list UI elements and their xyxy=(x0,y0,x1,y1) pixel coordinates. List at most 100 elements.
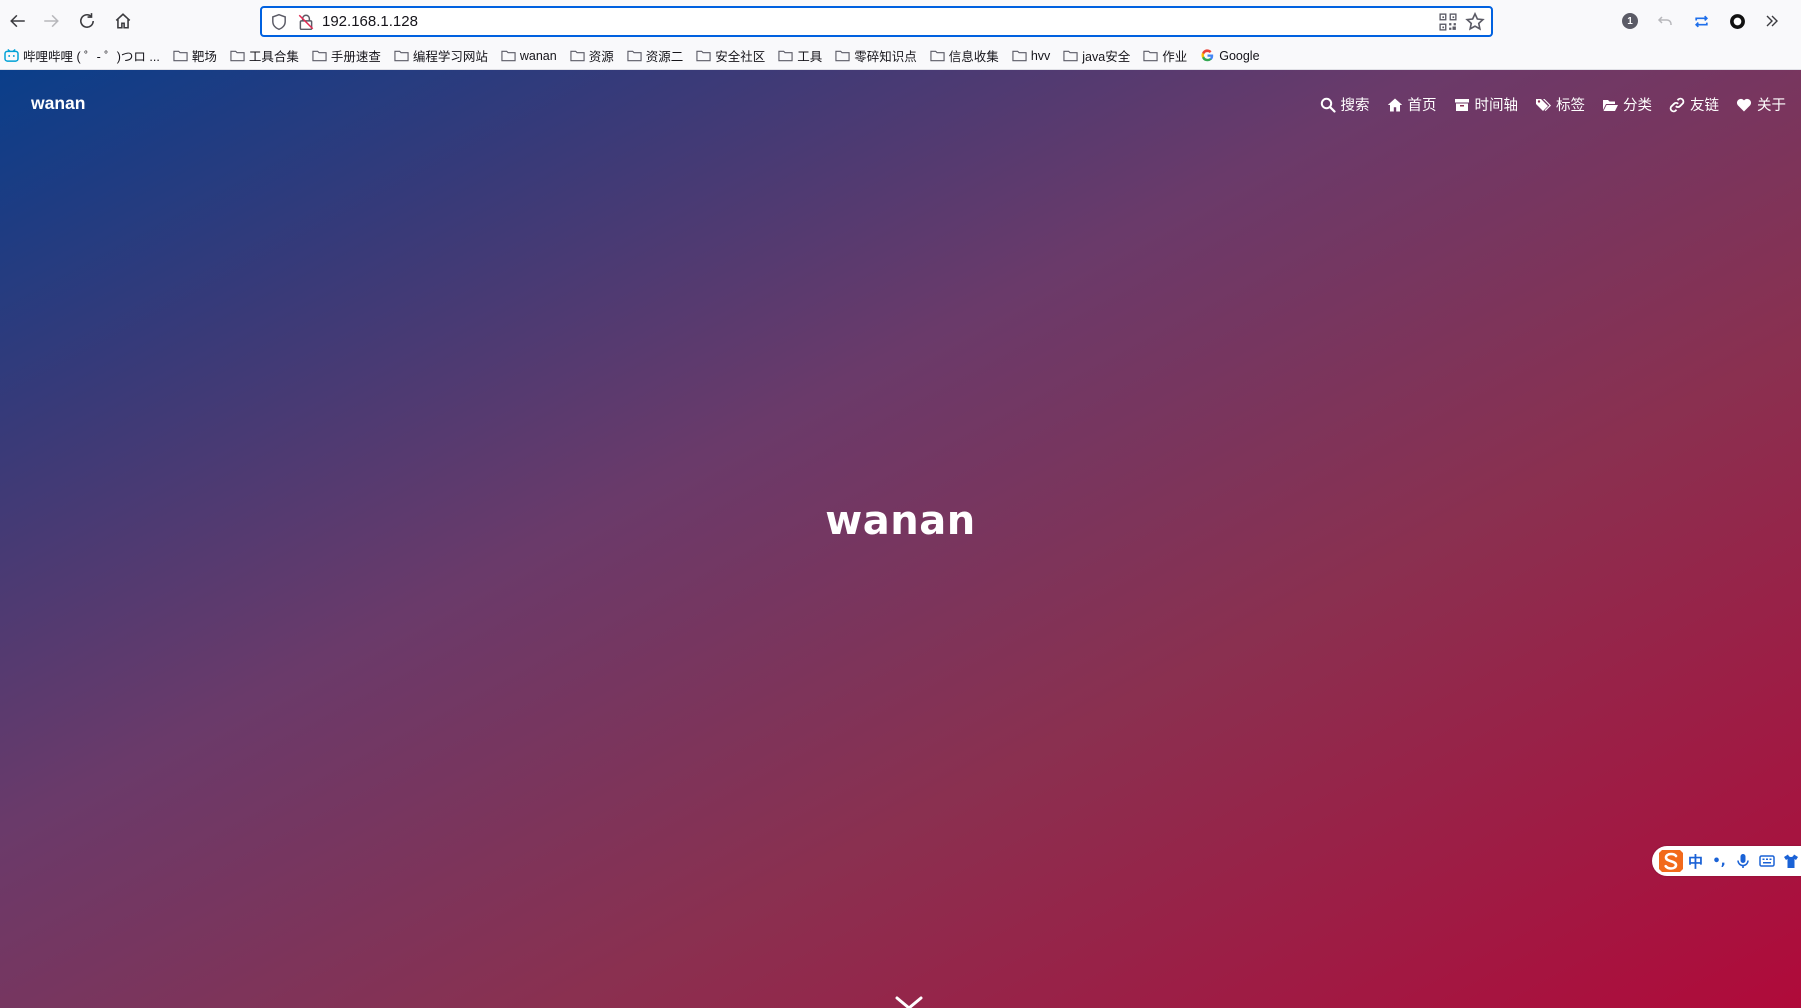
extension-badge-button[interactable]: 1 xyxy=(1619,10,1641,32)
folder-icon xyxy=(627,50,642,62)
site-nav-menu: 搜索 首页 时间轴 标签 分类 友链 关于 xyxy=(1303,94,1786,115)
repeat-icon xyxy=(1694,15,1708,27)
nav-timeline[interactable]: 时间轴 xyxy=(1454,94,1519,115)
bookmark-label: hvv xyxy=(1030,48,1051,63)
bookmark-label: 资源 xyxy=(588,50,614,64)
microphone-icon[interactable] xyxy=(1735,853,1751,869)
nav-search[interactable]: 搜索 xyxy=(1320,94,1370,115)
nav-friend-links[interactable]: 友链 xyxy=(1669,94,1719,115)
chevron-double-right-icon xyxy=(1766,15,1778,27)
bookmark-label: Google xyxy=(1219,48,1260,63)
bookmark-label: wanan xyxy=(519,48,557,63)
bookmark-label: 手册速查 xyxy=(330,50,381,64)
bookmark-label: 安全社区 xyxy=(715,50,766,64)
bookmark-folder[interactable]: wanan xyxy=(501,49,557,63)
bookmark-label: 哔哩哔哩 ( ゜- ゜)つロ ... xyxy=(23,50,160,64)
hero-banner: wanan 搜索 首页 时间轴 标签 分类 友链 关于 wanan xyxy=(0,70,1801,1008)
folder-icon xyxy=(394,50,409,62)
bookmark-folder[interactable]: 靶场 xyxy=(173,46,217,65)
browser-toolbar: 1 xyxy=(0,0,1801,42)
nav-categories[interactable]: 分类 xyxy=(1602,94,1652,115)
bookmark-folder[interactable]: 工具合集 xyxy=(230,46,299,65)
shield-icon[interactable] xyxy=(270,13,288,31)
hero-title: wanan xyxy=(825,498,976,544)
nav-about[interactable]: 关于 xyxy=(1736,94,1786,115)
folder-icon xyxy=(930,50,945,62)
bookmark-folder[interactable]: 手册速查 xyxy=(312,46,381,65)
bookmark-label: java安全 xyxy=(1082,50,1131,64)
heart-icon xyxy=(1736,98,1752,111)
bookmark-folder[interactable]: 资源 xyxy=(570,46,614,65)
google-icon xyxy=(1201,49,1214,62)
bookmark-label: 工具 xyxy=(797,50,823,64)
tags-icon xyxy=(1536,98,1551,111)
bookmark-label: 靶场 xyxy=(191,50,217,64)
folder-icon xyxy=(173,50,188,62)
bookmark-folder[interactable]: 工具 xyxy=(778,46,822,65)
ring-icon xyxy=(1729,13,1745,29)
bookmark-label: 资源二 xyxy=(645,50,684,64)
insecure-lock-icon[interactable] xyxy=(297,13,315,31)
site-brand-link[interactable]: wanan xyxy=(31,93,85,114)
folder-open-icon xyxy=(1603,99,1618,111)
repeat-extension-button[interactable] xyxy=(1690,10,1712,32)
ime-toolbar[interactable]: 中 •, xyxy=(1652,846,1801,876)
home-button[interactable] xyxy=(105,3,141,39)
nav-tags[interactable]: 标签 xyxy=(1535,94,1585,115)
bookmark-folder[interactable]: hvv xyxy=(1012,49,1050,63)
arrow-left-icon xyxy=(10,14,25,28)
address-bar[interactable] xyxy=(260,6,1493,37)
home-icon xyxy=(115,13,131,29)
bookmark-folder[interactable]: 信息收集 xyxy=(930,46,999,65)
nav-label: 分类 xyxy=(1623,98,1652,114)
undo-arrow-icon xyxy=(1657,16,1672,25)
nav-label: 搜索 xyxy=(1340,98,1370,114)
bookmark-folder[interactable]: 作业 xyxy=(1143,46,1187,65)
bookmark-label: 工具合集 xyxy=(248,50,299,64)
url-input[interactable] xyxy=(322,10,1362,33)
folder-icon xyxy=(835,50,850,62)
skin-shirt-icon[interactable] xyxy=(1783,853,1799,869)
extension-badge-icon: 1 xyxy=(1622,13,1638,29)
bookmark-star-icon[interactable] xyxy=(1465,12,1485,32)
bookmark-item[interactable]: 哔哩哔哩 ( ゜- ゜)つロ ... xyxy=(4,46,160,65)
folder-icon xyxy=(570,50,585,62)
bookmark-folder[interactable]: 零碎知识点 xyxy=(835,46,917,65)
undo-extension-button[interactable] xyxy=(1654,10,1676,32)
home-icon xyxy=(1387,98,1402,111)
ime-language-mode[interactable]: 中 xyxy=(1688,851,1703,872)
folder-icon xyxy=(501,50,516,62)
bookmark-folder[interactable]: java安全 xyxy=(1063,46,1130,65)
bookmark-folder[interactable]: 编程学习网站 xyxy=(394,46,488,65)
search-icon xyxy=(1320,97,1336,113)
overflow-menu-button[interactable] xyxy=(1761,10,1783,32)
punctuation-icon[interactable]: •, xyxy=(1711,853,1727,869)
folder-icon xyxy=(230,50,245,62)
nav-home[interactable]: 首页 xyxy=(1387,94,1437,115)
bookmark-label: 编程学习网站 xyxy=(412,50,488,64)
sogou-logo-icon[interactable] xyxy=(1656,846,1686,876)
keyboard-icon[interactable] xyxy=(1759,853,1775,869)
archive-icon xyxy=(1454,98,1469,111)
scroll-down-chevron-icon[interactable] xyxy=(894,996,924,1008)
back-button[interactable] xyxy=(0,3,36,39)
bookmark-label: 作业 xyxy=(1162,50,1188,64)
circle-extension-button[interactable] xyxy=(1726,10,1748,32)
bookmark-folder[interactable]: 安全社区 xyxy=(696,46,765,65)
folder-icon xyxy=(312,50,327,62)
bookmark-item[interactable]: Google xyxy=(1200,48,1260,63)
folder-icon xyxy=(778,50,793,62)
nav-label: 关于 xyxy=(1757,98,1786,114)
link-icon xyxy=(1669,97,1685,112)
folder-icon xyxy=(696,50,711,62)
nav-label: 时间轴 xyxy=(1474,98,1519,114)
bookmark-label: 零碎知识点 xyxy=(854,50,917,64)
reload-button[interactable] xyxy=(69,3,105,39)
qr-code-icon[interactable] xyxy=(1439,13,1457,31)
folder-icon xyxy=(1143,50,1158,62)
nav-label: 标签 xyxy=(1556,98,1585,114)
forward-button[interactable] xyxy=(33,3,69,39)
bilibili-icon xyxy=(4,49,19,62)
reload-icon xyxy=(80,13,94,28)
bookmark-folder[interactable]: 资源二 xyxy=(627,46,684,65)
